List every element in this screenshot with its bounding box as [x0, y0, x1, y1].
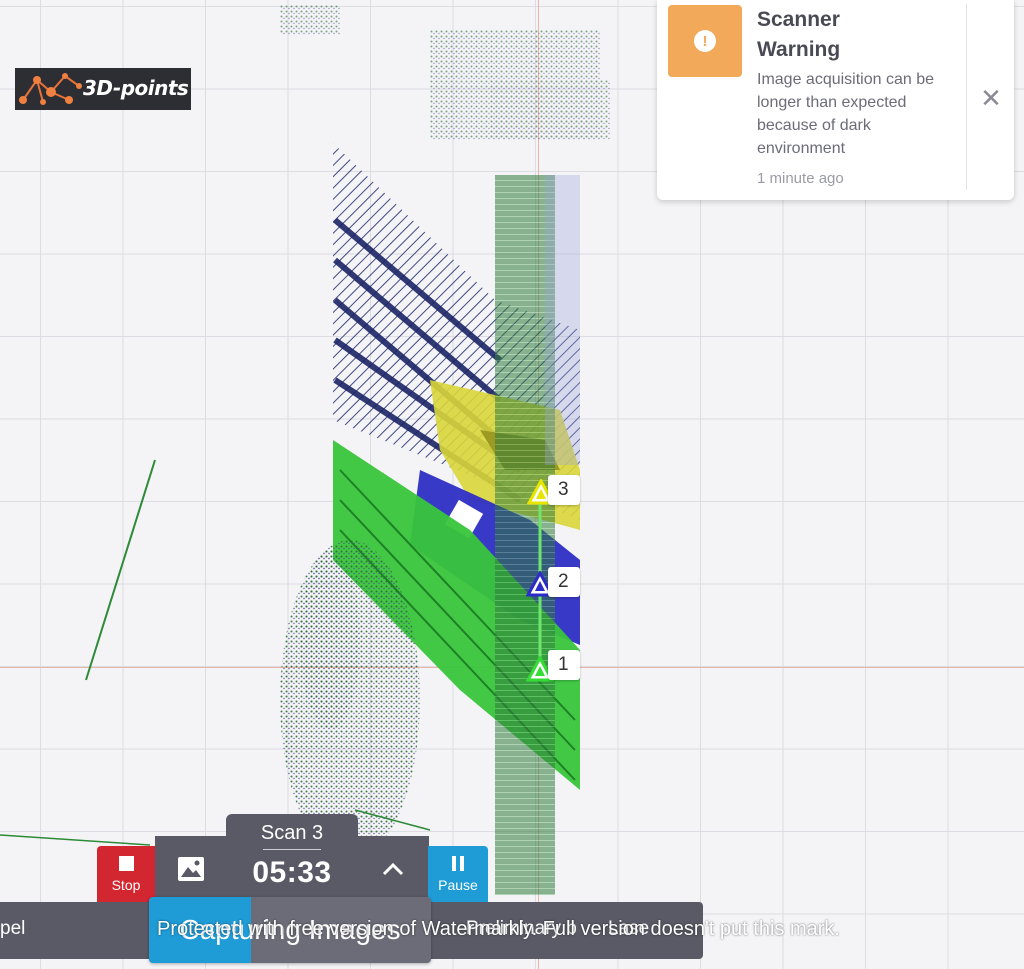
pause-icon [452, 855, 464, 871]
capture-image-button[interactable] [155, 836, 227, 902]
stop-icon [118, 855, 134, 871]
logo-text: 3D-points [83, 76, 189, 100]
watermark-text: Protected with free version of Watermark… [157, 918, 840, 940]
stop-button[interactable]: Stop [97, 846, 155, 902]
marker-1-label[interactable]: 1 [548, 650, 580, 680]
scan-stray-line [85, 459, 156, 681]
scan-divider [263, 849, 321, 850]
scan-name: Scan 3 [260, 822, 324, 844]
chevron-up-icon [382, 862, 404, 876]
toast-divider [966, 4, 967, 190]
toast-title: Scanner Warning [757, 8, 841, 61]
close-icon[interactable]: ✕ [979, 84, 1003, 112]
stop-label: Stop [111, 876, 141, 893]
marker-2-label[interactable]: 2 [548, 567, 580, 597]
marker-3-label[interactable]: 3 [548, 475, 580, 505]
warning-icon: ! [694, 30, 716, 52]
status-left-text: pel [0, 918, 26, 939]
network-logo-icon [19, 73, 82, 105]
expand-button[interactable] [357, 836, 429, 902]
scan-info-panel: Scan 3 05:33 [226, 814, 358, 902]
image-icon [178, 857, 204, 881]
toast-timestamp: 1 minute ago [757, 170, 844, 187]
scanner-warning-toast: ! Scanner Warning Image acquisition can … [657, 0, 1014, 200]
scan-timer: 05:33 [252, 856, 332, 889]
app-logo: 3D-points [15, 68, 191, 110]
pause-button[interactable]: Pause [428, 846, 488, 902]
warning-icon-box: ! [668, 5, 742, 77]
toast-message: Image acquisition can be longer than exp… [757, 71, 934, 157]
pause-label: Pause [438, 876, 478, 893]
